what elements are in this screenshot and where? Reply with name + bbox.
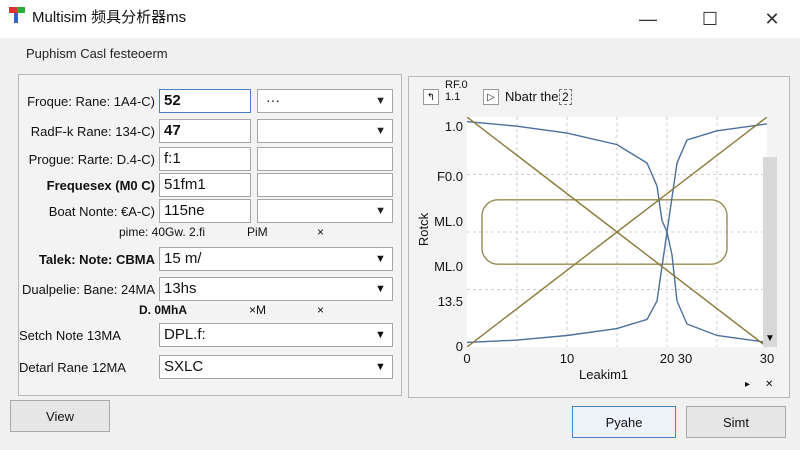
param-input[interactable]: 115ne [159,199,251,223]
y-tick-label: ML.0 [434,214,463,229]
chevron-down-icon: ▼ [375,125,386,137]
plot-area[interactable] [467,117,767,347]
corner-label: RF.0 1.1 [445,79,468,103]
param-input[interactable]: 51fm1 [159,173,251,197]
view-button[interactable]: View [10,400,110,432]
param-input[interactable]: 13hs [159,277,393,301]
chevron-down-icon[interactable]: ▼ [375,361,386,373]
y-tick-label: 1.0 [444,119,463,134]
x-axis-label: Leakim1 [579,367,629,382]
x-tick-label: 30 [677,351,693,366]
param-input[interactable]: DPL.f: [159,323,393,347]
close-icon[interactable]: × [317,303,324,317]
chart-panel: ↰ RF.0 1.1 ▷ Nbatr the 2 Rotck Leakim1 0… [408,76,790,398]
play-icon[interactable]: ▷ [483,89,499,105]
chevron-down-icon: ▼ [375,95,386,107]
param-field-extra[interactable] [257,147,393,171]
param-row: Froque: Rane: 1A4-C) 52 ··· ▼ [19,89,401,115]
param-input[interactable]: f:1 [159,147,251,171]
param-dropdown[interactable]: ▼ [257,119,393,143]
param-input[interactable]: SXLC [159,355,393,379]
param-row: Progue: Rarte: D.4-C) f:1 [19,147,401,173]
param-row: Detarl Rane 12MA SXLC ▼ [19,355,401,381]
y-tick-label: F0.0 [436,169,463,184]
x-tick-label: 30 [759,351,775,366]
info-text: ×M [249,303,267,317]
param-dropdown[interactable]: ··· ▼ [257,89,393,113]
app-icon [9,7,25,23]
param-label: Frequesex (M0 C) [46,178,155,193]
param-row: Talek: Note: CBMA 15 m/ ▼ [19,247,401,273]
cursor-icon[interactable]: ↰ [423,89,439,105]
scroll-down-icon[interactable]: ▼ [765,333,775,344]
close-icon[interactable]: ✕ [765,379,773,390]
param-label: Talek: Note: CBMA [38,252,155,267]
param-label: Froque: Rane: 1A4-C) [27,94,155,109]
chevron-down-icon: ▼ [375,205,386,217]
ellipsis-icon: ··· [266,92,280,108]
param-input[interactable]: 15 m/ [159,247,393,271]
simt-button[interactable]: Simt [686,406,786,438]
close-button[interactable]: ✕ [752,6,792,32]
parameter-panel: Froque: Rane: 1A4-C) 52 ··· ▼ RadF-k Ran… [18,74,402,396]
param-row: Frequesex (M0 C) 51fm1 [19,173,401,199]
scroll-right-icon[interactable]: ▸ [745,379,750,390]
param-dropdown[interactable]: ▼ [257,199,393,223]
param-input[interactable]: 52 [159,89,251,113]
chevron-down-icon[interactable]: ▼ [375,329,386,341]
info-text: D. 0MhA [139,303,187,317]
param-row: Dualpelie: Bane: 24MA 13hs ▼ [19,277,401,303]
apply-button[interactable]: Pyahe [572,406,676,438]
param-input[interactable]: 47 [159,119,251,143]
chart-badge[interactable]: 2 [559,89,572,105]
x-tick-label: 0 [463,351,471,366]
param-label: Detarl Rane 12MA [19,360,126,375]
param-label: RadF-k Rane: 134-C) [30,124,155,139]
x-tick-label: 20 [659,351,675,366]
param-row: Setch Note 13MA DPL.f: ▼ [19,323,401,349]
chevron-down-icon[interactable]: ▼ [375,253,386,265]
tool-label: Puphism Casl festeoerm [26,46,168,61]
chevron-down-icon[interactable]: ▼ [375,283,386,295]
close-icon[interactable]: × [317,225,324,239]
param-label: Setch Note 13MA [19,328,121,343]
param-label: Progue: Rarte: D.4-C) [28,152,155,167]
param-label: Dualpelie: Bane: 24MA [22,282,155,297]
chart-title: Nbatr the [505,89,559,104]
info-text: PiM [247,225,268,239]
maximize-button[interactable]: ☐ [690,6,730,32]
minimize-button[interactable]: — [628,6,668,32]
y-axis-label: Rotck [416,212,432,247]
param-row: Boat Nonte: €A-C) 115ne ▼ [19,199,401,225]
param-field-extra[interactable] [257,173,393,197]
scrollbar[interactable] [763,157,777,347]
title-bar: Multisim 频具分析器ms — ☐ ✕ [0,0,800,38]
window-title: Multisim 频具分析器ms [32,9,187,26]
x-tick-label: 10 [559,351,575,366]
param-label: Boat Nonte: €A-C) [48,204,155,219]
param-row: RadF-k Rane: 134-C) 47 ▼ [19,119,401,145]
info-text: pime: 40Gw. 2.fi [119,225,206,239]
y-tick-label: 13.5 [437,294,463,309]
y-tick-label: ML.0 [434,259,463,274]
